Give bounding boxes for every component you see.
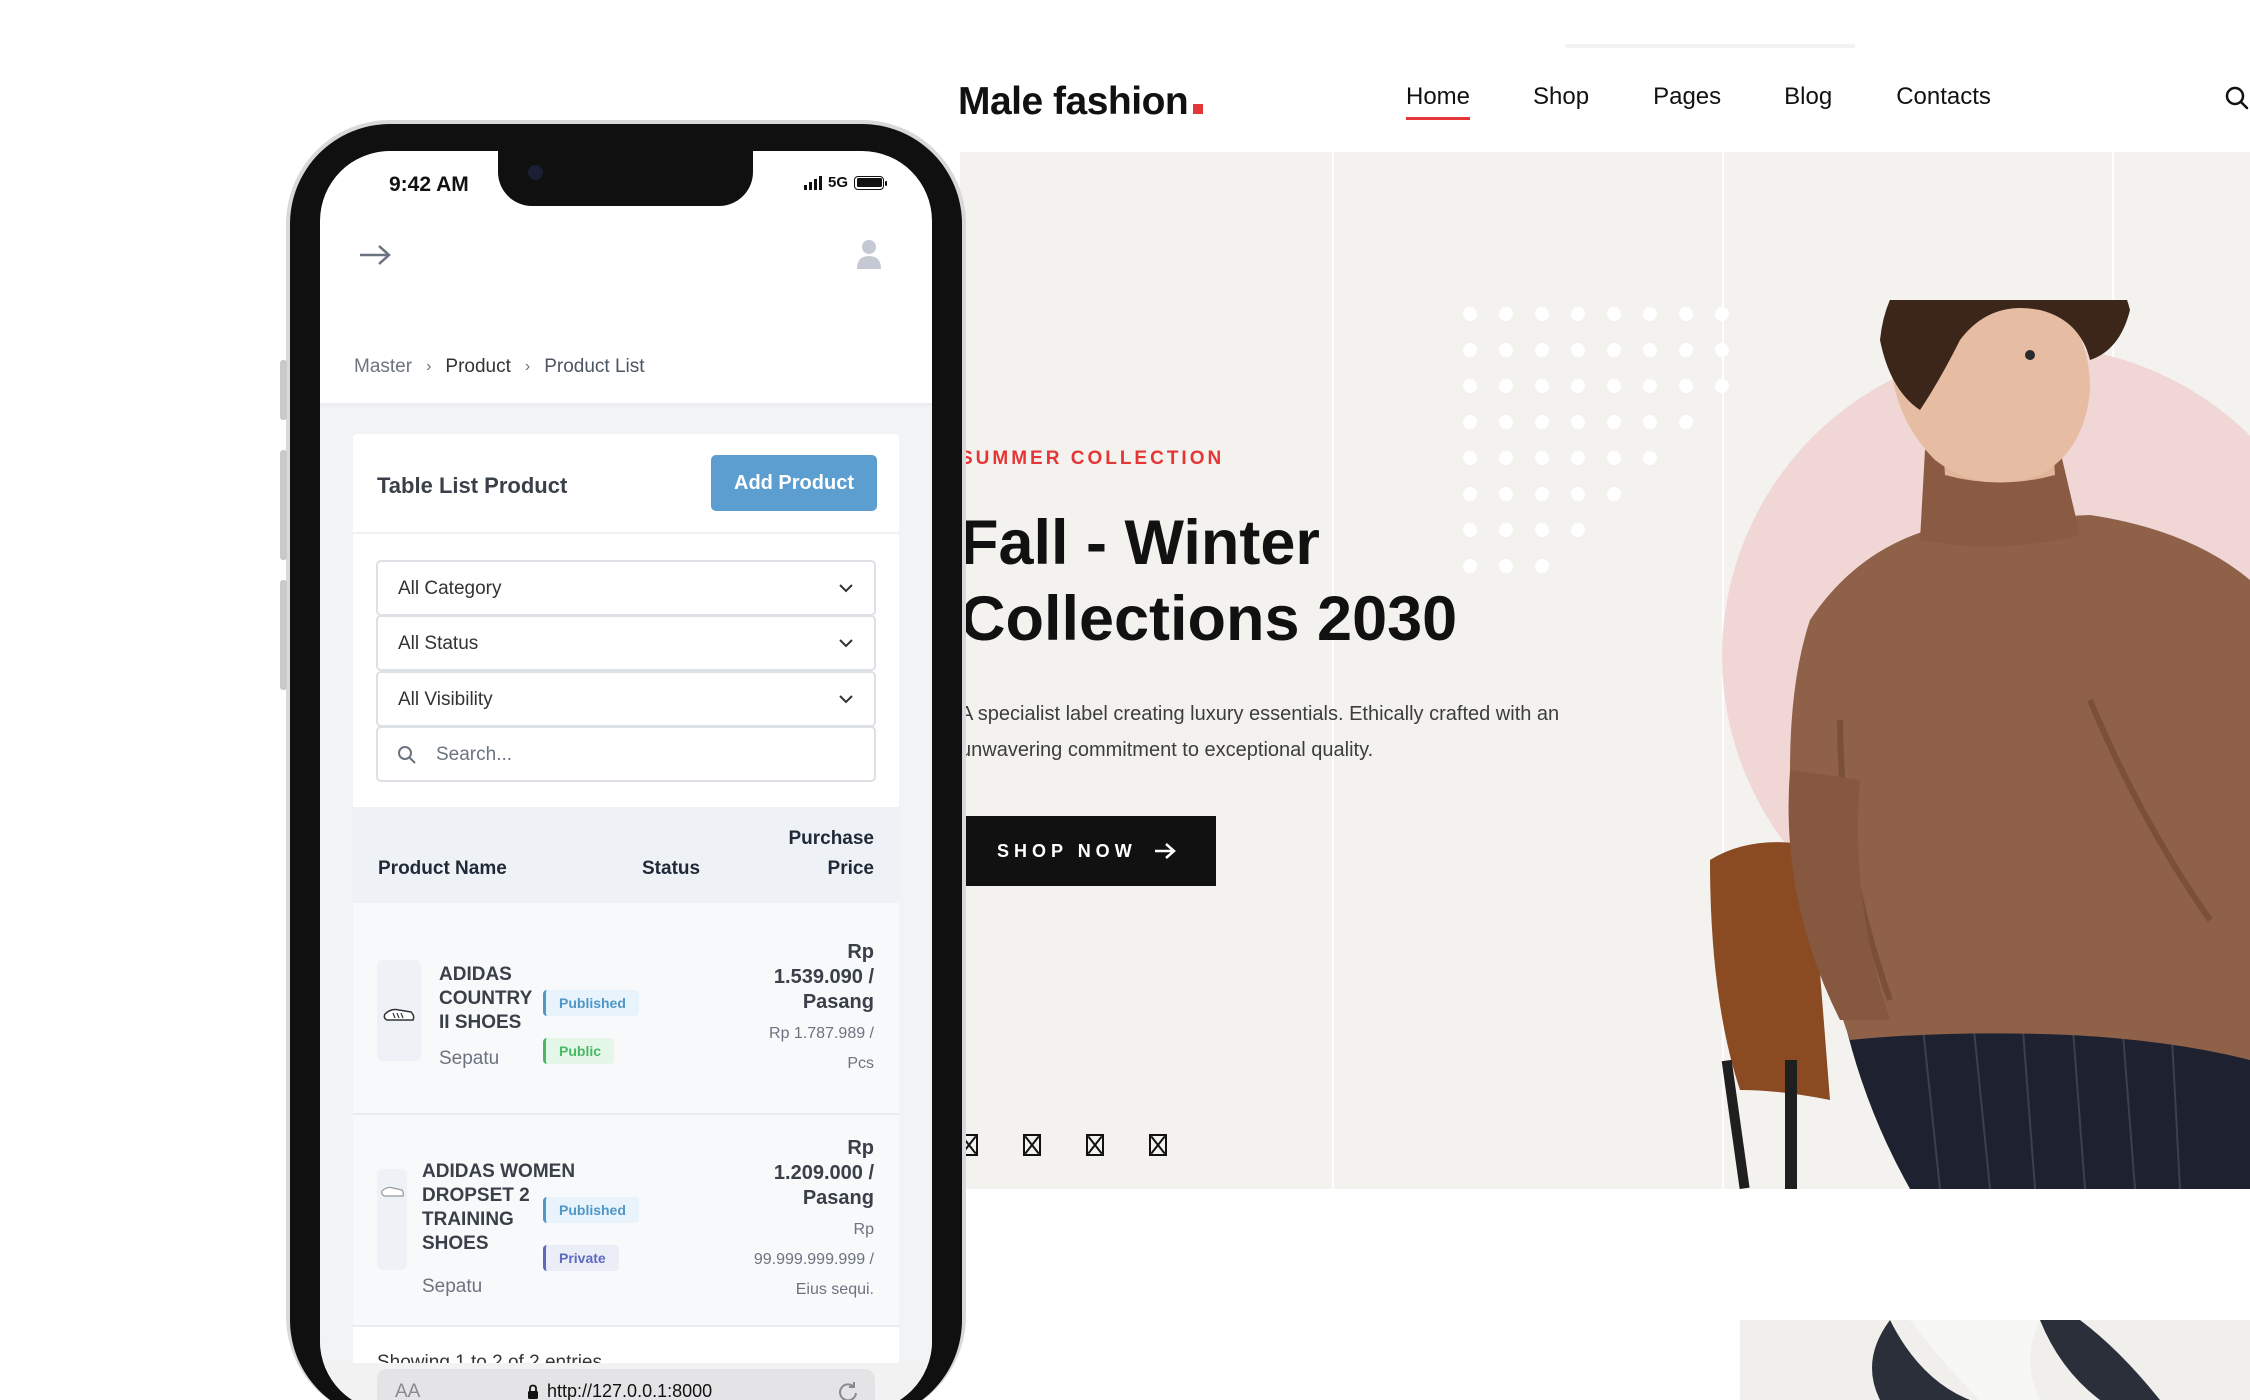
chevron-down-icon <box>839 695 853 704</box>
table-row[interactable]: ADIDAS COUNTRY II SHOES Sepatu Published… <box>353 903 899 1115</box>
social-icon-pinterest[interactable] <box>1086 1134 1104 1156</box>
user-avatar-icon[interactable] <box>857 239 881 269</box>
phone-volume-up-button <box>280 450 287 560</box>
visibility-select-value: All Visibility <box>398 689 493 710</box>
hero-description: A specialist label creating luxury essen… <box>960 703 1560 761</box>
site-logo[interactable]: Male fashion <box>958 76 1204 124</box>
breadcrumb-product-list: Product List <box>544 356 645 377</box>
column-header-purchase-price[interactable]: Purchase Price <box>774 824 874 884</box>
logo-text: Male fashion <box>958 80 1189 123</box>
app-header <box>320 236 932 406</box>
breadcrumb-master[interactable]: Master <box>354 356 412 378</box>
phone-mockup: 9:42 AM 5G Master › Product › Product Li… <box>280 120 966 1400</box>
hero-title: Fall - Winter Collections 2030 <box>960 508 1458 654</box>
hero-subtitle: SUMMER COLLECTION <box>960 448 1225 469</box>
nav-home[interactable]: Home <box>1406 80 1471 120</box>
add-product-button[interactable]: Add Product <box>711 455 877 511</box>
category-select[interactable]: All Category <box>376 560 876 616</box>
arrow-right-icon <box>1154 843 1176 859</box>
camera-icon <box>528 165 543 180</box>
search-icon <box>398 746 416 764</box>
product-thumbnail <box>377 960 421 1061</box>
network-label: 5G <box>827 174 848 191</box>
social-links <box>960 1134 1167 1156</box>
app-content: Table List Product Add Product All Categ… <box>320 406 932 1400</box>
signal-icon <box>803 175 822 190</box>
sidebar-toggle-arrow-icon[interactable] <box>358 243 392 267</box>
nav-shop[interactable]: Shop <box>1533 80 1589 118</box>
breadcrumb: Master › Product › Product List <box>354 356 645 378</box>
column-header-product-name[interactable]: Product Name <box>378 854 507 884</box>
phone-mute-button <box>280 360 287 420</box>
browser-url-bar: AA http://127.0.0.1:8000 <box>320 1363 932 1400</box>
card-title: Table List Product <box>377 473 568 498</box>
visibility-badge: Public <box>543 1038 615 1064</box>
purchase-price-secondary: Rp 1.787.989 / Pcs <box>769 1025 874 1072</box>
status-select-value: All Status <box>398 633 479 654</box>
chevron-down-icon <box>839 584 853 593</box>
stage: Male fashion Home Shop Pages Blog Contac… <box>0 0 2250 1400</box>
phone-notch <box>498 151 753 206</box>
battery-icon <box>854 175 887 190</box>
chevron-right-icon: › <box>426 358 432 375</box>
status-time: 9:42 AM <box>389 173 469 196</box>
search-input[interactable]: Search... <box>376 726 876 782</box>
logo-dot <box>1193 104 1204 114</box>
shop-now-label: SHOP NOW <box>997 840 1137 861</box>
visibility-badge: Private <box>543 1245 619 1271</box>
nav-contacts[interactable]: Contacts <box>1896 80 1991 118</box>
product-list-card: Table List Product Add Product All Categ… <box>353 434 899 1400</box>
purchase-price-secondary: Rp 99.999.999.999 / Eius sequi. <box>753 1221 874 1298</box>
product-category: Sepatu <box>422 1276 483 1297</box>
collection-image-preview <box>1740 1320 2250 1400</box>
social-icon-twitter[interactable] <box>1023 1134 1041 1156</box>
lock-icon <box>528 1384 538 1399</box>
visibility-select[interactable]: All Visibility <box>376 671 876 727</box>
phone-screen: 9:42 AM 5G Master › Product › Product Li… <box>320 151 932 1400</box>
header-divider <box>1565 44 1855 48</box>
social-icon-instagram[interactable] <box>1149 1134 1167 1156</box>
hero-divider-line <box>1332 152 1334 1189</box>
table-row[interactable]: ADIDAS WOMEN DROPSET 2 TRAINING SHOES Se… <box>353 1115 899 1327</box>
chevron-right-icon: › <box>524 358 531 375</box>
chevron-down-icon <box>839 639 853 648</box>
table-header: Product Name Status Purchase Price <box>353 807 899 903</box>
breadcrumb-product[interactable]: Product <box>445 356 510 378</box>
reload-icon[interactable] <box>837 1381 859 1400</box>
column-header-status[interactable]: Status <box>642 854 700 884</box>
product-name: ADIDAS COUNTRY II SHOES <box>439 964 532 1033</box>
purchase-price: Rp 1.209.000 / Pasang <box>773 1137 874 1209</box>
status-indicators: 5G <box>803 174 887 191</box>
text-size-button[interactable]: AA <box>395 1381 420 1400</box>
hero-model-image <box>1710 300 2250 1189</box>
main-nav: Home Shop Pages Blog Contacts <box>1406 80 1991 120</box>
nav-blog[interactable]: Blog <box>1784 80 1832 118</box>
status-select[interactable]: All Status <box>376 615 876 671</box>
product-thumbnail <box>377 1169 407 1270</box>
status-badge: Published <box>543 1197 639 1223</box>
nav-pages[interactable]: Pages <box>1653 80 1721 118</box>
category-select-value: All Category <box>398 578 502 599</box>
product-category: Sepatu <box>439 1048 500 1069</box>
search-icon[interactable] <box>2224 84 2250 114</box>
purchase-price: Rp 1.539.090 / Pasang <box>773 941 874 1013</box>
card-header: Table List Product Add Product <box>353 434 899 534</box>
url-display: http://127.0.0.1:8000 <box>527 1381 712 1400</box>
address-field[interactable]: AA http://127.0.0.1:8000 <box>377 1369 875 1400</box>
status-badge: Published <box>543 990 639 1016</box>
phone-volume-down-button <box>280 580 287 690</box>
search-placeholder: Search... <box>436 744 513 765</box>
shop-now-button[interactable]: SHOP NOW <box>960 816 1216 886</box>
site-header: Male fashion Home Shop Pages Blog Contac… <box>0 0 2250 152</box>
url-text: http://127.0.0.1:8000 <box>547 1381 713 1400</box>
